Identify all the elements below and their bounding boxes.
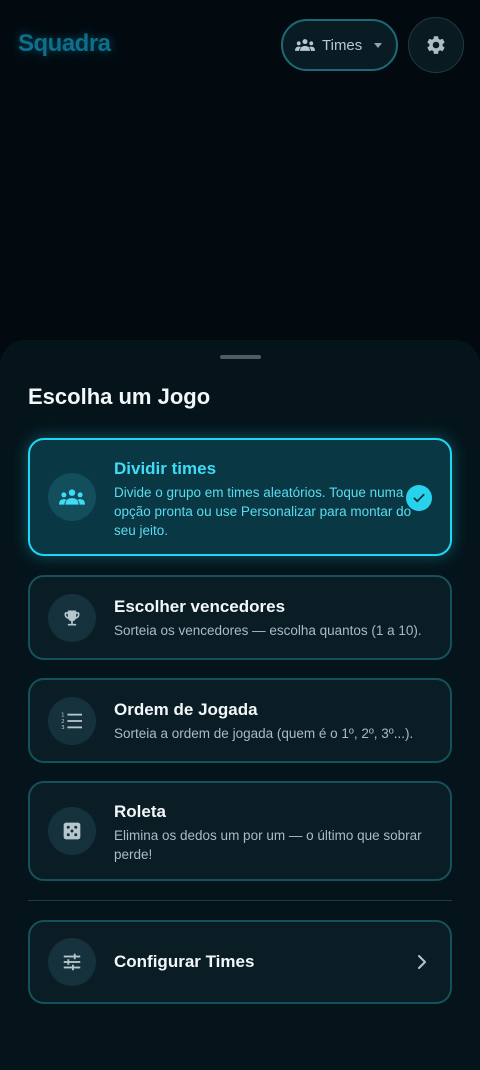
svg-text:1: 1 — [61, 712, 64, 718]
configure-teams-label: Configurar Times — [114, 952, 255, 971]
option-icon-container — [48, 473, 96, 521]
game-picker-sheet: Escolha um Jogo Dividir times Divide o g… — [0, 340, 480, 1070]
sheet-drag-handle[interactable] — [220, 355, 261, 359]
numbered-list-icon: 1 2 3 — [61, 712, 82, 731]
option-icon-container — [48, 938, 96, 986]
groups-icon — [295, 39, 315, 51]
sheet-title: Escolha um Jogo — [28, 384, 211, 409]
configure-teams-button[interactable]: Configurar Times — [28, 920, 452, 1004]
top-bar: Squadra Times — [0, 0, 480, 90]
option-icon-container — [48, 807, 96, 855]
option-title: Dividir times — [114, 459, 217, 478]
chevron-down-icon — [374, 42, 383, 48]
option-description: Sorteia os vencedores — escolha quantos … — [114, 623, 422, 638]
divider — [28, 900, 452, 901]
tune-icon — [63, 953, 81, 971]
settings-button[interactable] — [408, 17, 464, 73]
option-icon-container: 1 2 3 — [48, 697, 96, 745]
chevron-right-icon — [418, 955, 426, 969]
trophy-icon — [64, 610, 80, 626]
svg-text:3: 3 — [61, 725, 65, 731]
option-escolher-vencedores[interactable]: Escolher vencedores Sorteia os vencedore… — [28, 575, 452, 660]
groups-icon — [59, 489, 85, 505]
option-title: Roleta — [114, 802, 166, 821]
option-title: Escolher vencedores — [114, 597, 286, 616]
option-icon-container — [48, 594, 96, 642]
option-ordem-de-jogada[interactable]: 1 2 3 Ordem de Jogada Sorteia a ordem de… — [28, 678, 452, 763]
option-title: Ordem de Jogada — [114, 700, 258, 719]
gear-icon — [427, 36, 445, 54]
option-dividir-times[interactable]: Dividir times Divide o grupo em times al… — [28, 438, 452, 556]
mode-selector-dropdown[interactable]: Times — [281, 19, 398, 71]
svg-text:2: 2 — [61, 719, 64, 725]
mode-selector-label: Times — [322, 36, 363, 54]
dice-icon — [63, 822, 81, 840]
option-description: Sorteia a ordem de jogada (quem é o 1º, … — [114, 726, 414, 741]
app-logo: Squadra — [18, 30, 111, 57]
option-roleta[interactable]: Roleta Elimina os dedos um por um — o úl… — [28, 781, 452, 881]
option-description: Divide o grupo em times aleatórios. Toqu… — [114, 485, 412, 538]
check-icon — [406, 485, 432, 511]
option-description: Elimina os dedos um por um — o último qu… — [114, 828, 422, 862]
